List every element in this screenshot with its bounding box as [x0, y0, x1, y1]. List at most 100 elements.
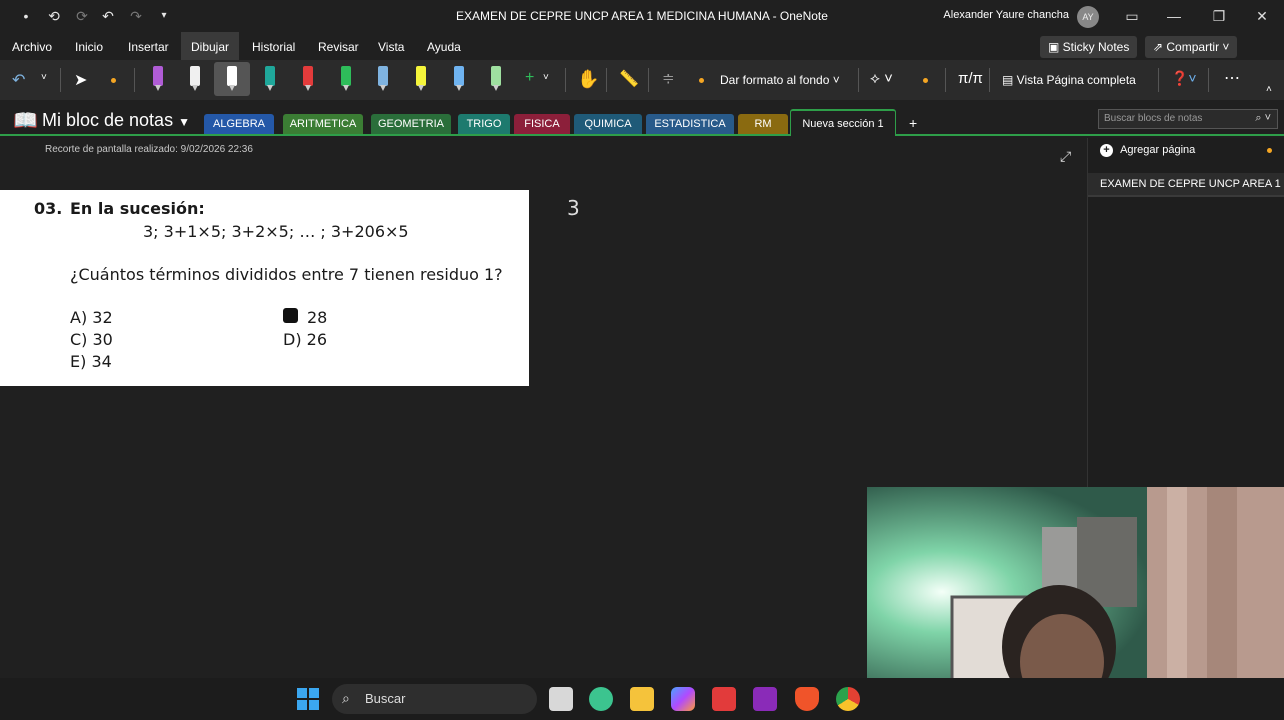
option-c: C) 30 [70, 330, 113, 349]
section-tab[interactable]: QUIMICA [574, 114, 642, 134]
section-tab[interactable]: FISICA [514, 114, 570, 134]
windows-start-icon[interactable] [296, 687, 320, 711]
ribbon-display-icon[interactable]: ▭ [1121, 5, 1143, 27]
brave-icon[interactable] [795, 687, 819, 711]
section-tab[interactable]: TRIGO [458, 114, 510, 134]
pen-tool[interactable] [448, 66, 470, 94]
pen-body [153, 66, 163, 86]
onenote-icon[interactable] [753, 687, 777, 711]
copilot-icon[interactable] [671, 687, 695, 711]
add-pen-icon[interactable]: + [525, 69, 534, 87]
menu-dibujar[interactable]: Dibujar [181, 32, 240, 60]
pen-tool[interactable] [372, 66, 394, 94]
pen-tool[interactable] [297, 66, 319, 94]
question-sequence: 3; 3+1×5; 3+2×5; … ; 3+206×5 [143, 222, 409, 241]
menu-revisar[interactable]: Revisar [318, 40, 359, 54]
wps-office-icon[interactable] [712, 687, 736, 711]
notebook-search-input[interactable]: Buscar blocs de notas ⌕ ˅ [1098, 109, 1278, 129]
menu-ayuda[interactable]: Ayuda [427, 40, 461, 54]
screenshot-clip[interactable]: 03. En la sucesión: 3; 3+1×5; 3+2×5; … ;… [0, 190, 529, 386]
search-placeholder: Buscar blocs de notas [1104, 113, 1203, 124]
add-page-label: Agregar página [1120, 144, 1196, 156]
caret-down-icon: ▼ [178, 115, 190, 129]
section-tab[interactable]: ALGEBRA [204, 114, 274, 134]
file-explorer-icon[interactable] [630, 687, 654, 711]
pen-tip [192, 85, 198, 91]
pen-body [265, 66, 275, 86]
format-background-button[interactable]: Dar formato al fondo ˅ [720, 73, 840, 87]
menu-inicio[interactable]: Inicio [75, 40, 103, 54]
section-tab[interactable]: ESTADISTICA [646, 114, 734, 134]
more-options-icon[interactable]: ⋯ [1224, 68, 1240, 88]
chevron-down-icon[interactable]: ˅ [41, 72, 47, 83]
align-icon[interactable]: ≑ [662, 69, 675, 87]
handwritten-note[interactable]: 3 [567, 196, 580, 220]
user-name[interactable]: Alexander Yaure chancha [943, 9, 1069, 21]
menu-insertar[interactable]: Insertar [128, 40, 169, 54]
pen-tool[interactable] [184, 66, 206, 94]
full-page-icon: ▤ [1002, 73, 1017, 87]
help-icon[interactable]: ❓˅ [1171, 70, 1197, 87]
divider [606, 68, 607, 92]
question-number: 03. [34, 199, 63, 218]
divider [1208, 68, 1209, 92]
share-button[interactable]: ⇗ Compartir ˅ [1145, 36, 1238, 58]
full-page-view-button[interactable]: ▤ Vista Página completa [1002, 73, 1136, 87]
divider [60, 68, 61, 92]
section-tab[interactable]: RM [738, 114, 788, 134]
avatar[interactable]: AY [1077, 6, 1099, 28]
math-icon[interactable]: π/π [958, 70, 983, 87]
pen-body [491, 66, 501, 86]
pen-body [341, 66, 351, 86]
page-list-item[interactable]: EXAMEN DE CEPRE UNCP AREA 1 [1088, 173, 1284, 197]
pen-tool[interactable] [147, 66, 169, 94]
pen-tool[interactable] [259, 66, 281, 94]
chevron-down-icon: ˅ [1219, 40, 1230, 54]
divider [989, 68, 990, 92]
pen-body [378, 66, 388, 86]
hand-icon[interactable]: ✋ [577, 69, 599, 90]
pen-tip [343, 85, 349, 91]
section-tab[interactable]: ARITMETICA [283, 114, 363, 134]
taskbar-search-input[interactable]: ⌕ Buscar [332, 684, 537, 714]
task-view-icon[interactable] [549, 687, 573, 711]
sticky-notes-icon: ▣ [1048, 40, 1063, 54]
close-icon[interactable]: ✕ [1251, 5, 1273, 27]
divider [648, 68, 649, 92]
section-tab[interactable]: GEOMETRIA [371, 114, 451, 134]
menu-historial[interactable]: Historial [252, 40, 295, 54]
menu-archivo[interactable]: Archivo [12, 40, 52, 54]
pen-tool[interactable] [335, 66, 357, 94]
section-tab[interactable]: Nueva sección 1 [790, 109, 896, 136]
notebook-icon[interactable]: 📖 [13, 108, 38, 133]
pen-tip [229, 85, 235, 91]
pen-tool[interactable] [214, 62, 250, 96]
vivaldi-icon[interactable] [589, 687, 613, 711]
select-cursor-icon[interactable]: ➤ [74, 70, 87, 90]
pen-tool[interactable] [485, 66, 507, 94]
restore-icon[interactable]: ❐ [1208, 5, 1230, 27]
ruler-icon[interactable]: 📏 [619, 69, 639, 89]
pen-tip [456, 85, 462, 91]
color-dot [923, 78, 928, 83]
pen-body [416, 66, 426, 86]
minimize-icon[interactable]: — [1163, 5, 1185, 27]
collapse-ribbon-icon[interactable]: ˄ [1266, 84, 1272, 95]
expand-icon[interactable]: ⤢ [1060, 148, 1071, 165]
lasso-icon[interactable]: ⟡ ˅ [870, 70, 893, 87]
menu-vista[interactable]: Vista [378, 40, 404, 54]
sticky-notes-button[interactable]: ▣ Sticky Notes [1040, 36, 1138, 58]
title-bar: • ⟲ ⟳ ↶ ↷ ▾ EXAMEN DE CEPRE UNCP AREA 1 … [0, 0, 1284, 32]
add-section-icon[interactable]: + [909, 115, 917, 131]
pen-tool[interactable] [410, 66, 432, 94]
add-page-button[interactable]: + Agregar página [1100, 144, 1195, 157]
undo-icon[interactable]: ↶ [12, 70, 25, 90]
option-a: A) 32 [70, 308, 113, 327]
option-b: 28 [307, 308, 328, 327]
chevron-down-icon[interactable]: ˅ [543, 72, 549, 83]
pen-tip [493, 85, 499, 91]
notebook-title[interactable]: Mi bloc de notas ▼ [42, 110, 190, 131]
full-page-view-label: Vista Página completa [1016, 73, 1136, 87]
pen-tip [380, 85, 386, 91]
chrome-icon[interactable] [836, 687, 860, 711]
